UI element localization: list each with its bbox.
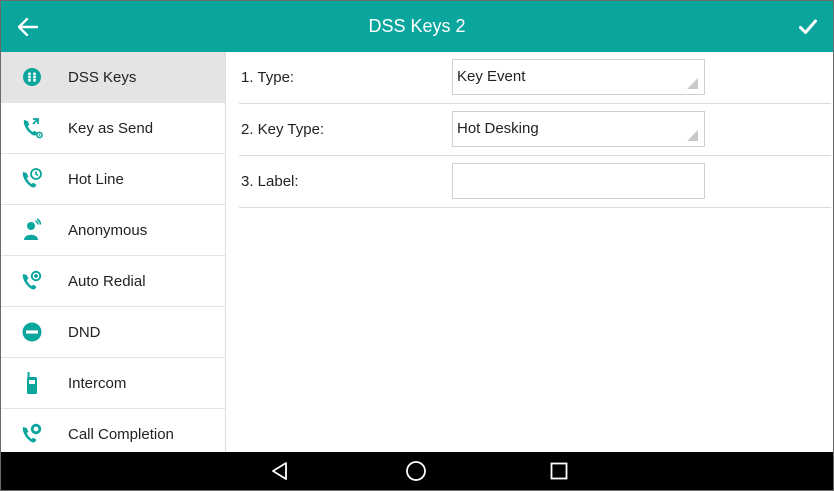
sidebar-item-anonymous[interactable]: Anonymous	[1, 205, 225, 256]
back-triangle-icon	[272, 462, 287, 480]
dnd-icon	[20, 320, 44, 344]
sidebar-item-auto-redial[interactable]: Auto Redial	[1, 256, 225, 307]
type-select-value: Key Event	[457, 68, 526, 85]
nav-recents-button[interactable]	[539, 456, 579, 486]
dropdown-corner-icon	[687, 130, 698, 141]
sidebar-item-call-completion[interactable]: Call Completion	[1, 409, 225, 452]
key-type-select-value: Hot Desking	[457, 120, 539, 137]
nav-home-button[interactable]	[396, 456, 436, 486]
android-nav-bar	[1, 452, 833, 490]
sidebar-item-label: Auto Redial	[68, 272, 146, 290]
save-button[interactable]	[791, 11, 825, 43]
title-bar: DSS Keys 2	[1, 1, 833, 52]
home-circle-icon	[406, 461, 426, 481]
key-type-label: 2. Key Type:	[241, 121, 325, 138]
checkmark-icon	[799, 19, 817, 34]
sidebar-item-dnd[interactable]: DND	[1, 307, 225, 358]
app-window: DSS Keys 2 DSS Keys Key as Send Hot Line…	[0, 0, 834, 491]
page-title: DSS Keys 2	[368, 16, 466, 36]
settings-form: 1. Type: Key Event 2. Key Type: Hot Desk…	[226, 52, 833, 452]
type-row: 1. Type: Key Event	[239, 52, 831, 104]
type-label: 1. Type:	[241, 69, 295, 86]
label-input[interactable]	[452, 163, 705, 199]
sidebar-item-label: DND	[68, 323, 101, 341]
nav-back-button[interactable]	[260, 456, 300, 486]
intercom-icon	[20, 371, 44, 395]
dropdown-corner-icon	[687, 78, 698, 89]
sidebar-item-label: DSS Keys	[68, 68, 137, 86]
sidebar: DSS Keys Key as Send Hot Line Anonymous …	[1, 52, 226, 452]
sidebar-item-label: Anonymous	[68, 221, 148, 239]
label-field-label: 3. Label:	[241, 173, 299, 190]
key-type-select[interactable]: Hot Desking	[452, 111, 705, 147]
sidebar-item-label: Intercom	[68, 374, 127, 392]
label-row: 3. Label:	[239, 156, 831, 208]
hot-line-icon	[20, 167, 44, 191]
dss-keys-icon	[20, 65, 44, 89]
sidebar-item-label: Key as Send	[68, 119, 154, 137]
sidebar-item-intercom[interactable]: Intercom	[1, 358, 225, 409]
anonymous-icon	[20, 218, 44, 242]
key-as-send-icon	[20, 116, 44, 140]
sidebar-item-label: Hot Line	[68, 170, 124, 188]
sidebar-item-hot-line[interactable]: Hot Line	[1, 154, 225, 205]
call-completion-icon	[20, 422, 44, 446]
sidebar-item-dss-keys[interactable]: DSS Keys	[1, 52, 225, 103]
key-type-row: 2. Key Type: Hot Desking	[239, 104, 831, 156]
sidebar-item-key-as-send[interactable]: Key as Send	[1, 103, 225, 154]
auto-redial-icon	[20, 269, 44, 293]
type-select[interactable]: Key Event	[452, 59, 705, 95]
sidebar-item-label: Call Completion	[68, 425, 174, 443]
recents-square-icon	[550, 462, 568, 480]
